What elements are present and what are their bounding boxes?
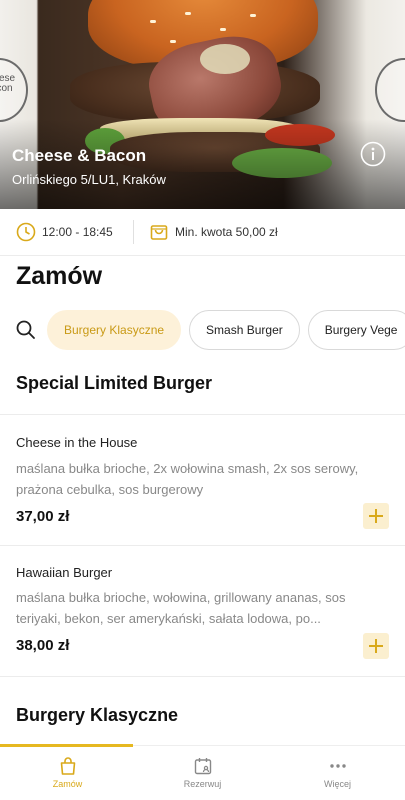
category-chip-smash-burger[interactable]: Smash Burger [189,310,300,350]
info-icon[interactable] [360,141,386,167]
logo-text: cheese bacon [0,73,16,94]
section-title: Special Limited Burger [16,373,213,393]
menu-item-name: Hawaiian Burger [16,565,113,580]
active-tab-indicator [0,744,133,747]
menu-item[interactable]: Cheese in the House maślana bułka brioch… [0,415,405,545]
minimum-order-text: Min. kwota 50,00 zł [175,225,278,239]
info-row: 12:00 - 18:45 Min. kwota 50,00 zł [0,209,405,256]
bottom-navigation: Zamów Rezerwuj Więcej [0,744,405,800]
menu-item[interactable]: Hawaiian Burger maślana bułka brioche, w… [0,546,405,676]
menu-item-description: maślana bułka brioche, wołowina, grillow… [16,590,346,626]
nav-tab-rezerwuj[interactable]: Rezerwuj [135,756,270,789]
category-chip-burgery-klasyczne[interactable]: Burgery Klasyczne [47,310,182,350]
menu-item-description: maślana bułka brioche, 2x wołowina smash… [16,461,359,497]
opening-hours-text: 12:00 - 18:45 [42,225,113,239]
more-icon [329,764,346,768]
restaurant-address: Orlińskiego 5/LU1, Kraków [12,172,166,187]
restaurant-logo-right [375,58,405,122]
add-to-cart-button[interactable] [363,633,389,659]
menu-item-price: 38,00 zł [16,637,70,654]
restaurant-logo-left: cheese bacon [0,58,28,122]
bag-icon [60,757,75,775]
minimum-order: Min. kwota 50,00 zł [149,221,278,243]
hero-banner: cheese bacon Cheese & Bacon Orlińskiego … [0,0,405,209]
clock-icon [16,222,36,242]
category-chip-burgery-vege[interactable]: Burgery Vege [307,310,405,350]
divider [0,676,405,677]
category-tabs: Burgery Klasyczne Smash Burger Burgery V… [47,310,405,350]
add-to-cart-button[interactable] [363,503,389,529]
restaurant-name: Cheese & Bacon [12,146,147,165]
menu-item-name: Cheese in the House [16,435,138,450]
opening-hours: 12:00 - 18:45 [16,221,113,243]
shopping-bag-icon [150,225,168,240]
page-title: Zamów [16,262,103,290]
calendar-icon [194,758,211,775]
nav-label: Zamów [52,779,83,789]
menu-item-price: 37,00 zł [16,508,70,525]
nav-label: Więcej [323,779,351,789]
nav-tab-wiecej[interactable]: Więcej [270,756,405,789]
divider [133,220,134,244]
nav-tab-zamow[interactable]: Zamów [0,756,135,789]
nav-label: Rezerwuj [183,779,222,789]
search-icon[interactable] [14,318,38,342]
section-title: Burgery Klasyczne [16,705,179,725]
